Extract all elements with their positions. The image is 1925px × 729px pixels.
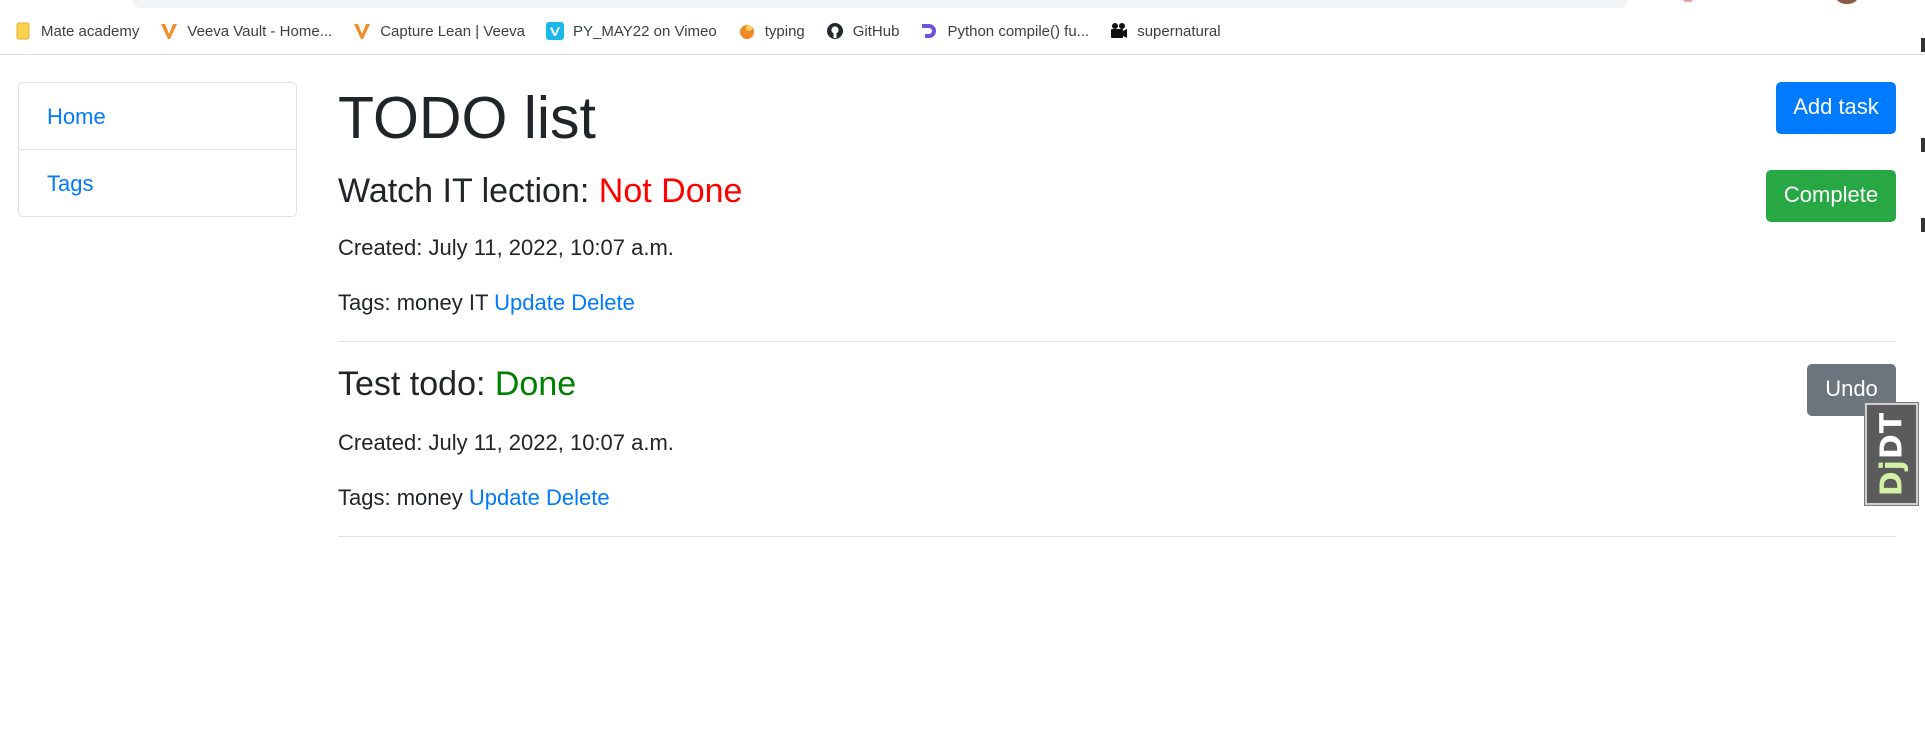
update-link[interactable]: Update [494, 290, 565, 315]
sidebar-item-home[interactable]: Home [19, 83, 296, 149]
task-title-text: Watch IT lection: [338, 172, 590, 210]
task-status-done: Done [494, 365, 577, 403]
bookmark-label: Mate academy [41, 22, 140, 40]
debug-toolbar-handle[interactable]: DjDT [1865, 403, 1918, 505]
task-title-text: Test todo: [338, 365, 486, 403]
delete-link[interactable]: Delete [571, 290, 635, 315]
window-edge-rail [1921, 20, 1925, 280]
bookmark-mate-academy[interactable]: Mate academy [14, 22, 139, 40]
task-item: Test todo: Done Undo Created: July 11, 2… [338, 341, 1896, 537]
folder-icon [14, 22, 32, 40]
page-title: TODO list [338, 85, 596, 151]
main-content: TODO list Add task Watch IT lection: Not… [338, 0, 1896, 729]
bookmark-veeva-vault[interactable]: Veeva Vault - Home... [160, 22, 332, 40]
task-created-date: Created: July 11, 2022, 10:07 a.m. [338, 235, 674, 260]
tags-prefix: Tags: [338, 485, 391, 510]
update-link[interactable]: Update [469, 485, 540, 510]
delete-link[interactable]: Delete [546, 485, 610, 510]
sidebar-nav: Home Tags [18, 82, 297, 217]
tags-prefix: Tags: [338, 290, 391, 315]
task-status-not-done: Not Done [598, 172, 743, 210]
debug-toolbar-logo: DjDT [1874, 411, 1909, 497]
veeva-logo-icon [160, 22, 178, 40]
add-task-button[interactable]: Add task [1776, 82, 1896, 134]
complete-button[interactable]: Complete [1766, 170, 1896, 222]
task-title: Test todo: Done [338, 363, 576, 405]
task-title: Watch IT lection: Not Done [338, 170, 742, 212]
task-tags: money IT [396, 290, 489, 315]
bookmark-label: Veeva Vault - Home... [187, 22, 333, 40]
task-created-date: Created: July 11, 2022, 10:07 a.m. [338, 430, 674, 455]
task-tags-row: Tags: money IT Update Delete [338, 289, 635, 317]
task-item: Watch IT lection: Not Done Complete Crea… [338, 164, 1896, 342]
task-tags: money [396, 485, 463, 510]
task-tags-row: Tags: money Update Delete [338, 484, 610, 512]
sidebar-item-tags[interactable]: Tags [19, 149, 296, 216]
